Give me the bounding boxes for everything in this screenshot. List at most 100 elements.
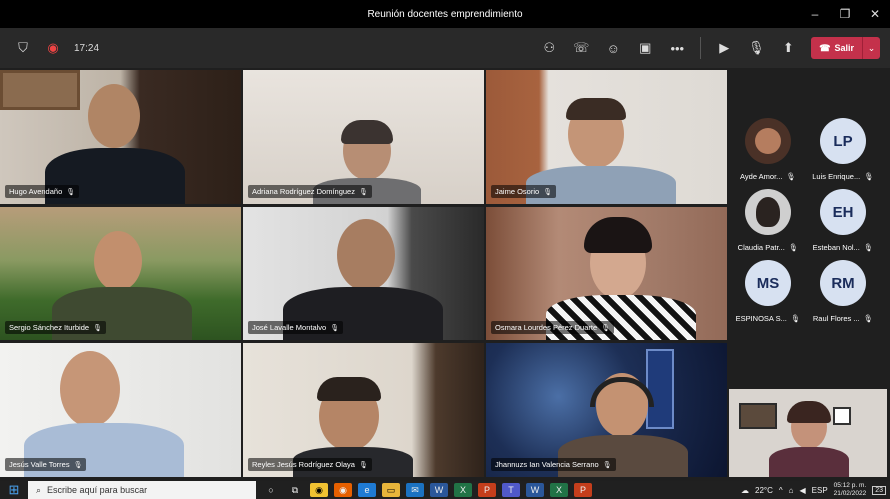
roster-name: Ayde Amor... [740,172,783,181]
participant-name: José Lavalle Montalvo [252,323,327,332]
video-tile[interactable]: Osmara Lourdes Pérez Duarte 🎙 [486,207,727,340]
clock[interactable]: 05:12 p. m. 21/02/2022 [834,482,867,498]
roster-item[interactable]: EH Esteban Nol... 🎙 [808,189,878,252]
more-actions-icon[interactable]: ••• [668,39,686,57]
meeting-timer: 17:24 [74,42,100,54]
roster-item[interactable]: LP Luis Enrique... 🎙 [808,118,878,181]
language-indicator[interactable]: ESP [812,486,828,495]
excel-icon[interactable]: X [454,483,472,497]
participant-name: Adriana Rodríguez Domínguez [252,187,355,196]
participant-head [94,231,142,291]
clock-time: 05:12 p. m. [833,482,867,489]
participant-hair [787,401,831,423]
roster-item[interactable]: RM Raul Flores ... 🎙 [808,260,878,323]
temperature: 22°C [755,485,773,495]
mic-off-icon: 🎙 [790,314,801,323]
avatar [745,189,791,235]
volume-icon[interactable]: ◀ [799,486,805,495]
video-tile[interactable]: Hugo Avendaño 🎙 [0,70,241,204]
windows-start-icon[interactable]: ⊞ [5,481,23,499]
participant-hair [317,377,381,401]
shield-icon: ⛉ [18,40,28,55]
video-tile[interactable]: Jesús Valle Torres 🎙 [0,343,241,477]
mic-off-icon: 🎙 [330,324,340,332]
system-tray: ☁ 22°C ^ ⌂ ◀ ESP 05:12 p. m. 21/02/2022 … [741,481,886,499]
chevron-down-icon[interactable]: ⌄ [862,37,880,59]
mic-off-icon[interactable]: 🎙 [747,39,765,57]
name-label: Jaime Osorio 🎙 [491,185,557,198]
participant-head [60,351,120,427]
name-label: Reyles Jesús Rodríguez Olaya 🎙 [248,458,372,471]
wall-painting [0,70,80,110]
close-icon[interactable]: ✕ [860,0,890,28]
roster-item[interactable]: Ayde Amor... 🎙 [733,118,803,181]
mail-icon[interactable]: ✉ [406,483,424,497]
participant-name: Osmara Lourdes Pérez Duarte [495,323,598,332]
powerpoint-icon[interactable]: P [478,483,496,497]
rooms-icon[interactable]: ▣ [636,39,654,57]
toolbar-divider [700,37,702,59]
name-label: Sergio Sánchez Iturbide 🎙 [5,321,106,334]
wall-frame [739,403,777,429]
name-label: Hugo Avendaño 🎙 [5,185,80,198]
search-icon: ⌕ [36,484,42,495]
video-tile-active-speaker[interactable]: José Lavalle Montalvo 🎙 [243,207,484,340]
roster-name: ESPINOSA S... [735,314,787,323]
word-icon[interactable]: W [430,483,448,497]
weather-icon[interactable]: ☁ [741,486,749,495]
network-icon[interactable]: ⌂ [789,486,794,495]
maximize-icon[interactable]: ❐ [830,0,860,28]
roster-item[interactable]: MS ESPINOSA S... 🎙 [733,260,803,323]
leave-button[interactable]: ☎ Salir ⌄ [811,37,880,59]
participants-icon[interactable]: ⚇ [540,39,558,57]
participant-name: Jhannuzs Ian Valencia Serrano [495,460,599,469]
video-tile[interactable]: Adriana Rodríguez Domínguez 🎙 [243,70,484,204]
self-view[interactable] [729,389,887,477]
cortana-icon[interactable]: ○ [262,483,280,497]
camera-icon[interactable]: ▶ [715,39,733,57]
participant-name: Sergio Sánchez Iturbide [9,323,90,332]
mic-off-icon: 🎙 [601,324,611,332]
task-view-icon[interactable]: ⧉ [286,483,304,497]
teams-icon[interactable]: T [502,483,520,497]
reactions-icon[interactable]: ☺ [604,39,622,57]
title-bar: Reunión docentes emprendimiento – ❐ ✕ [0,0,890,28]
edge-icon[interactable]: e [358,483,376,497]
participant-hair [566,98,626,120]
word-icon[interactable]: W [526,483,544,497]
participant-hair [341,120,393,144]
avatar: LP [820,118,866,164]
window-title: Reunión docentes emprendimiento [367,8,523,20]
file-explorer-icon[interactable]: ▭ [382,483,400,497]
excel-icon[interactable]: X [550,483,568,497]
leave-label: Salir [834,43,854,53]
avatar: EH [820,189,866,235]
space-background-box [646,349,674,429]
video-tile[interactable]: Jhannuzs Ian Valencia Serrano 🎙 [486,343,727,477]
chat-icon[interactable]: ☏ [572,39,590,57]
taskbar-search[interactable]: ⌕ Escribe aquí para buscar [28,481,256,499]
video-tile[interactable]: Jaime Osorio 🎙 [486,70,727,204]
chevron-up-icon[interactable]: ^ [779,486,783,495]
avatar: RM [820,260,866,306]
search-placeholder: Escribe aquí para buscar [47,485,148,495]
roster-item[interactable]: Claudia Patr... 🎙 [733,189,803,252]
chrome-icon[interactable]: ◉ [310,483,328,497]
windows-taskbar: ⊞ ⌕ Escribe aquí para buscar ○ ⧉ ◉ ◉ e ▭… [0,481,890,499]
participant-name: Hugo Avendaño [9,187,63,196]
taskbar-apps: ○ ⧉ ◉ ◉ e ▭ ✉ W X P T W X P [262,481,592,499]
notification-badge[interactable]: 23 [872,485,886,495]
powerpoint-icon[interactable]: P [574,483,592,497]
firefox-icon[interactable]: ◉ [334,483,352,497]
roster-name: Luis Enrique... [812,172,861,181]
roster-name: Esteban Nol... [812,243,860,252]
leave-main[interactable]: ☎ Salir [811,37,862,59]
video-tile[interactable]: Reyles Jesús Rodríguez Olaya 🎙 [243,343,484,477]
video-tile[interactable]: Sergio Sánchez Iturbide 🎙 [0,207,241,340]
share-screen-icon[interactable]: ⬆ [779,39,797,57]
participant-head [88,84,140,148]
name-label: Jhannuzs Ian Valencia Serrano 🎙 [491,458,616,471]
minimize-icon[interactable]: – [800,0,830,28]
mic-off-icon: 🎙 [66,188,76,196]
mic-off-icon: 🎙 [786,172,796,181]
